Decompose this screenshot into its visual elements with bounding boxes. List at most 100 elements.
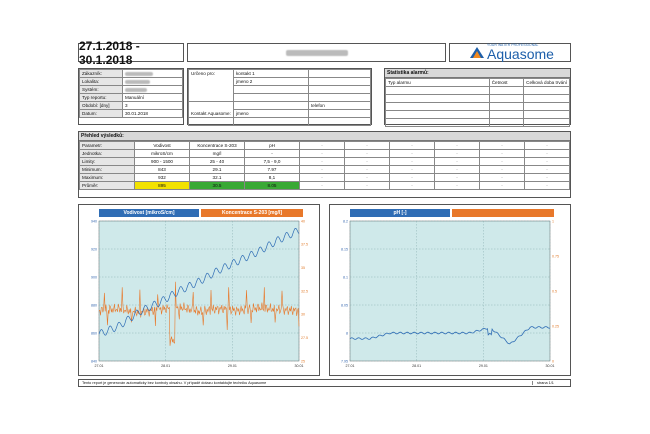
y-tick-left: 8.2 [343, 219, 348, 223]
overview-cell: - [344, 149, 390, 158]
y-tick-left: 8.15 [341, 247, 348, 251]
chart-1-plot: 940 920 900 880 860 840 40 37.5 35 32.5 30 27.5 25 27… [91, 219, 308, 368]
overview-cell: - [299, 149, 345, 158]
overview-cell: Vodivost [134, 141, 190, 150]
y-tick-right: 25 [301, 359, 305, 363]
customer-row-value: Manuální [122, 93, 183, 102]
y-tick-right: 30 [301, 313, 305, 317]
redacted-name [285, 49, 348, 56]
overview-cell: - [479, 173, 525, 182]
overview-cell: - [344, 181, 390, 190]
overview-cell: - [344, 173, 390, 182]
overview-cell: Minimum: [79, 165, 135, 174]
overview-cell: - [299, 141, 345, 150]
overview-cell: - [524, 165, 570, 174]
y-tick-left: 920 [91, 247, 97, 251]
overview-row: Minimum: 843 29.1 7.97- - - - - - [79, 165, 570, 174]
overview-cell: Limity: [79, 157, 135, 166]
customer-row-label: Období: [dny] [79, 101, 123, 110]
intended-label: Určeno pro: [188, 69, 234, 78]
page-number: strana 1/1 [532, 381, 567, 385]
overview-cell: Průměr: [79, 181, 135, 190]
overview-title: Přehled výsledků: [79, 132, 570, 141]
y-tick-right: 40 [301, 219, 305, 223]
overview-cell: - [244, 149, 300, 158]
customer-row: Období: [dny] 3 [79, 101, 183, 110]
y-tick-left: 8 [346, 331, 348, 335]
overview-cell: - [479, 181, 525, 190]
customer-row-value [122, 69, 183, 78]
y-tick-right: 37.5 [301, 243, 308, 247]
customer-row-label: Systém: [79, 85, 123, 94]
overview-cell: - [389, 141, 435, 150]
customer-row-value [122, 85, 183, 94]
contacts-block: Určeno pro: kontakt 1 jmeno 2 telefon Ko… [187, 68, 372, 126]
footer-note: Tento report je generován automaticky be… [82, 381, 267, 385]
redacted-value [125, 71, 153, 76]
y-tick-right: 0.5 [552, 289, 557, 293]
customer-row-value [122, 77, 183, 86]
y-tick-left: 840 [91, 359, 97, 363]
y-tick-right: 27.5 [301, 336, 308, 340]
overview-cell: Maximum: [79, 173, 135, 182]
alarm-col-type: Typ alarmu [385, 78, 490, 87]
overview-cell: - [389, 181, 435, 190]
overview-cell: Koncentrace S-203 [189, 141, 245, 150]
overview-cell: 843 [134, 165, 190, 174]
overview-row: Limity: 900 - 1500 25 - 40 7,5 - 9,0- - - - - - [79, 157, 570, 166]
site-name-box [187, 43, 446, 62]
overview-cell: - [299, 157, 345, 166]
overview-cell: - [434, 173, 480, 182]
overview-cell: 932 [134, 173, 190, 182]
overview-row: Parametr: Vodivost Koncentrace S-203 pH - - - -… [79, 141, 570, 150]
customer-row: Systém: [79, 85, 183, 94]
redacted-value [125, 79, 150, 84]
customer-row-label: Lokalita: [79, 77, 123, 86]
overview-cell: - [524, 157, 570, 166]
overview-cell: - [434, 165, 480, 174]
overview-cell: 30.5 [189, 181, 245, 190]
legend-series-1: Vodivost [mikroS/cm] [99, 209, 199, 217]
y-tick-left: 8.1 [343, 275, 348, 279]
y-tick-right: 0.75 [552, 254, 559, 258]
customer-row: Typ reportu: Manuální [79, 93, 183, 102]
y-tick-right: 0.25 [552, 324, 559, 328]
x-tick: 29.01 [228, 364, 237, 368]
date-range: 27.1.2018 - 30.1.2018 [79, 38, 140, 67]
overview-cell: - [344, 165, 390, 174]
overview-cell: 8,1 [244, 173, 300, 182]
overview-cell: 32.1 [189, 173, 245, 182]
y-tick-left: 860 [91, 331, 97, 335]
overview-cell: - [434, 141, 480, 150]
customer-row: Datum: 30.01.2018 [79, 109, 183, 118]
x-tick: 28.01 [161, 364, 170, 368]
overview-cell: - [479, 157, 525, 166]
overview-cell: - [434, 149, 480, 158]
customer-row-value: 30.01.2018 [122, 109, 183, 118]
overview-cell: Jednotka: [79, 149, 135, 158]
x-tick: 29.01 [479, 364, 488, 368]
overview-cell: - [479, 165, 525, 174]
overview-cell: 7,5 - 9,0 [244, 157, 300, 166]
overview-cell: - [389, 173, 435, 182]
contact-1: kontakt 1 [233, 69, 309, 78]
y-tick-left: 8.05 [341, 303, 348, 307]
chart-2-plot: 8.2 8.15 8.1 8.05 8 7.95 1 0.75 0.5 0.25 0 27.01 28.… [341, 219, 559, 368]
plot-area [349, 220, 551, 362]
legend-series-2: Koncentrace S-203 [mg/l] [201, 209, 303, 217]
y-tick-left: 940 [91, 219, 97, 223]
y-tick-right: 0 [552, 359, 554, 363]
overview-cell: mg/l [189, 149, 245, 158]
customer-info: Zákazník: Lokalita: Systém: Typ reportu: Man… [78, 68, 184, 125]
aquasome-contact-label: Kontakt Aquasome: [188, 109, 234, 118]
overview-cell: - [524, 181, 570, 190]
overview-cell: - [389, 165, 435, 174]
overview-cell: 25 - 40 [189, 157, 245, 166]
overview-cell: - [524, 149, 570, 158]
y-tick-left: 7.95 [341, 359, 348, 363]
y-tick-right: 35 [301, 266, 305, 270]
overview-row: Průměr: 895 30.5 8.05- - - - - - [79, 181, 570, 190]
overview-cell: - [479, 141, 525, 150]
results-overview: Přehled výsledků: Parametr: Vodivost Konce… [78, 131, 571, 198]
contact-name-2: jmeno 2 [233, 77, 309, 86]
